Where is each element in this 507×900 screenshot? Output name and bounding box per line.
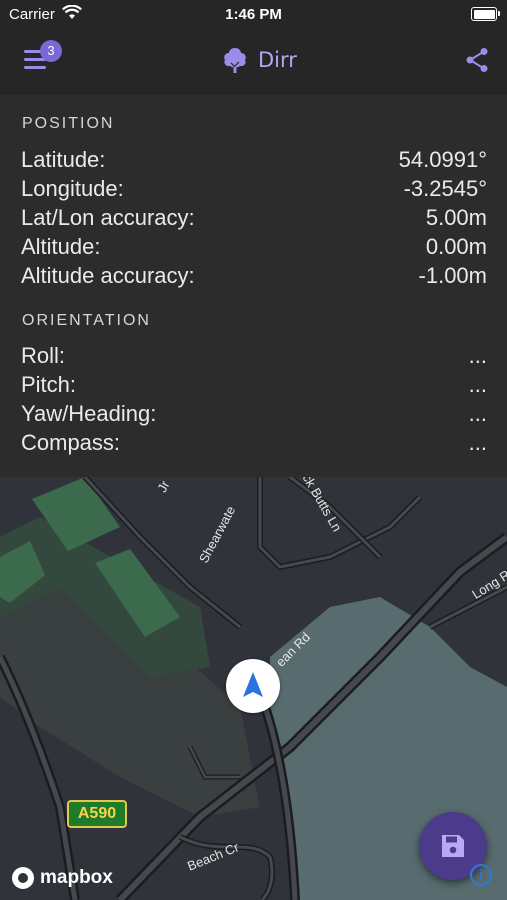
mapbox-wordmark: mapbox (40, 867, 113, 888)
mapbox-logo-icon (12, 867, 34, 889)
row-value: -3.2545° (403, 176, 487, 201)
row-label: Longitude: (21, 176, 124, 201)
row-value: ... (468, 430, 487, 455)
info-panel: POSITION Latitude: 54.0991° Longitude: -… (0, 95, 507, 477)
nav-bar: 3 Dirr (0, 28, 507, 95)
share-icon[interactable] (465, 47, 489, 73)
orientation-heading: ORIENTATION (22, 312, 151, 329)
status-time: 1:46 PM (225, 6, 282, 23)
row-label: Latitude: (21, 147, 106, 172)
tree-icon (224, 48, 246, 73)
app-brand: Dirr (220, 44, 297, 76)
battery-icon (471, 7, 500, 21)
heading-row: Yaw/Heading: ... (21, 401, 487, 430)
row-value: ... (468, 343, 487, 368)
accuracy-row: Lat/Lon accuracy: 5.00m (21, 205, 487, 234)
altitude-row: Altitude: 0.00m (21, 234, 487, 263)
row-label: Roll: (21, 343, 66, 368)
mapbox-attribution[interactable]: mapbox (12, 866, 113, 890)
longitude-row: Longitude: -3.2545° (21, 176, 487, 205)
row-value: ... (468, 372, 487, 397)
row-label: Altitude accuracy: (21, 263, 195, 288)
row-label: Altitude: (21, 234, 101, 259)
roll-row: Roll: ... (21, 343, 487, 372)
altitude-accuracy-row: Altitude accuracy: -1.00m (21, 263, 487, 292)
app-title: Dirr (258, 48, 297, 72)
road-shield: A590 (67, 800, 127, 828)
user-location-marker[interactable] (226, 659, 280, 713)
latitude-row: Latitude: 54.0991° (21, 147, 487, 176)
pitch-row: Pitch: ... (21, 372, 487, 401)
row-label: Pitch: (21, 372, 77, 397)
row-label: Compass: (21, 430, 121, 455)
row-value: -1.00m (418, 263, 487, 288)
status-bar: Carrier 1:46 PM (0, 0, 507, 28)
position-heading: POSITION (22, 115, 115, 132)
row-value: 0.00m (425, 234, 487, 259)
row-value: 5.00m (425, 205, 487, 230)
row-value: 54.0991° (398, 147, 487, 172)
notification-badge: 3 (40, 40, 62, 62)
row-value: ... (468, 401, 487, 426)
compass-row: Compass: ... (21, 430, 487, 459)
navigation-arrow-icon (243, 672, 263, 697)
map-info-button[interactable]: i (470, 864, 492, 886)
row-label: Yaw/Heading: (21, 401, 157, 426)
row-label: Lat/Lon accuracy: (21, 205, 195, 230)
